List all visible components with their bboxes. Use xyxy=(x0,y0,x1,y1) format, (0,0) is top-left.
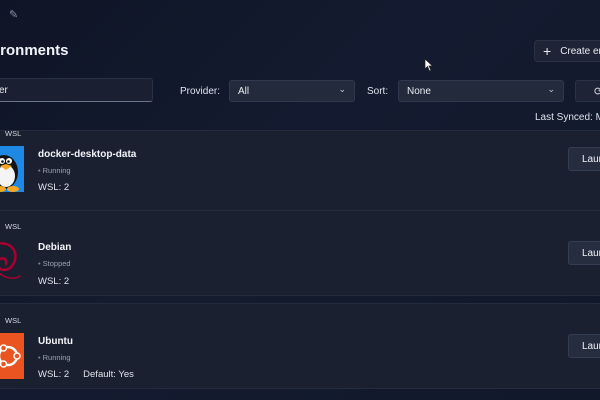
environment-status: • Stopped xyxy=(38,259,71,268)
environment-status: • Running xyxy=(38,166,71,175)
wsl-version: WSL: 2 xyxy=(38,182,70,193)
sort-value: None xyxy=(407,85,431,97)
launch-button[interactable]: Laun xyxy=(568,241,600,265)
default-flag: Default: Yes xyxy=(83,369,134,380)
ubuntu-logo-icon xyxy=(0,333,24,379)
environment-name: docker-desktop-data xyxy=(38,149,137,160)
sort-select[interactable]: None ⌄ xyxy=(398,80,564,102)
chevron-down-icon: ⌄ xyxy=(547,84,555,94)
launch-button[interactable]: Laun xyxy=(568,147,600,171)
environment-name: Debian xyxy=(38,242,72,253)
provider-value: All xyxy=(238,85,250,97)
wsl-version: WSL: 2 xyxy=(38,276,70,287)
launch-button[interactable]: Laun xyxy=(568,334,600,358)
provider-tag: WSL xyxy=(5,129,22,138)
environment-card-docker-desktop-data[interactable] xyxy=(0,130,600,216)
status-text: Running xyxy=(42,353,71,362)
environment-card-debian[interactable] xyxy=(0,210,600,296)
provider-tag: WSL xyxy=(5,222,22,231)
environment-status: • Running xyxy=(38,353,71,362)
sync-button[interactable]: ⟳ xyxy=(575,80,600,102)
status-text: Running xyxy=(42,166,71,175)
tux-penguin-icon xyxy=(0,146,24,192)
status-text: Stopped xyxy=(42,259,71,268)
page-title: ironments xyxy=(0,42,69,59)
search-input[interactable]: er xyxy=(0,78,153,102)
plus-icon: + xyxy=(543,43,552,59)
provider-label: Provider: xyxy=(180,86,221,97)
sort-label: Sort: xyxy=(367,86,389,97)
provider-tag: WSL xyxy=(5,316,22,325)
wsl-version: WSL: 2 xyxy=(38,369,70,380)
pen-icon: ✎ xyxy=(9,9,19,21)
sync-icon: ⟳ xyxy=(594,85,600,98)
debian-swirl-icon xyxy=(0,242,21,279)
mouse-cursor-icon xyxy=(424,58,434,72)
provider-select[interactable]: All ⌄ xyxy=(229,80,355,102)
environment-name: Ubuntu xyxy=(38,336,73,347)
create-environment-button[interactable]: + Create en xyxy=(534,40,600,62)
chevron-down-icon: ⌄ xyxy=(338,84,346,94)
environment-meta: WSL: 2 Default: Yes xyxy=(38,369,134,380)
last-synced-text: Last Synced: Mo xyxy=(535,112,600,123)
create-environment-label: Create en xyxy=(560,45,600,57)
